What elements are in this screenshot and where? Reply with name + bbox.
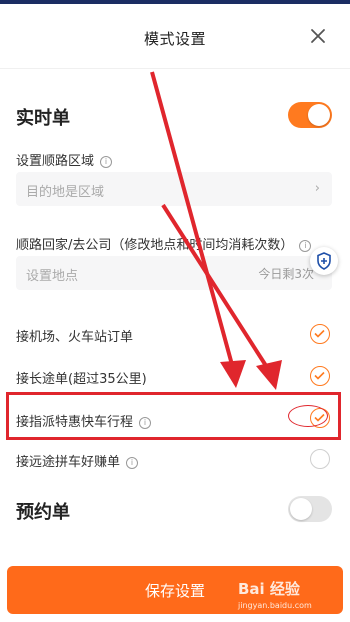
highlight-oval [288,405,328,427]
option-label: 接长途单(超过35公里) [16,372,147,387]
route-area-placeholder: 目的地是区域 [26,185,105,200]
home-route-remaining: 今日剩3次 [258,267,314,281]
annotation-arrows [150,71,282,390]
toggle-knob [308,104,330,126]
arrow-line-left [150,71,236,373]
reservation-title: 预约单 [16,502,70,523]
chevron-right-icon: › [314,181,320,196]
home-route-label: 顺路回家/去公司（修改地点和时间均消耗次数） i [16,234,312,253]
arrow-head-left [220,360,246,388]
realtime-title: 实时单 [16,108,70,129]
shield-plus-icon [317,252,331,270]
info-icon[interactable]: i [126,456,139,469]
watermark-url: jingyan.baidu.com [238,601,312,610]
close-icon[interactable] [308,26,328,46]
route-area-label-text: 设置顺路区域 [16,154,95,169]
option-carpool: 接远途拼车好赚单 i [16,451,139,470]
option-label: 接远途拼车好赚单 [16,455,121,470]
option-long-distance: 接长途单(超过35公里) [16,368,147,387]
option-airport-checkbox[interactable] [310,324,330,344]
modal-header: 模式设置 [0,4,350,69]
route-area-field[interactable]: 目的地是区域 › [16,172,332,206]
option-airport: 接机场、火车站订单 [16,326,133,345]
option-long-distance-checkbox[interactable] [310,366,330,386]
modal-title: 模式设置 [143,30,206,48]
realtime-toggle[interactable] [288,102,332,128]
baidu-watermark: Bai 经验 jingyan.baidu.com [238,578,348,618]
watermark-brand: Bai 经验 [238,580,300,598]
home-route-label-text: 顺路回家/去公司（修改地点和时间均消耗次数） [16,238,294,253]
reservation-toggle[interactable] [288,496,332,522]
route-area-label: 设置顺路区域 i [16,150,113,169]
add-location-button[interactable] [310,247,338,275]
home-route-placeholder: 设置地点 [26,269,79,284]
option-label: 接机场、火车站订单 [16,330,134,345]
home-route-field[interactable]: 设置地点 今日剩3次 [16,256,332,290]
toggle-knob [290,498,312,520]
arrow-head-right [256,360,282,390]
info-icon[interactable]: i [100,155,113,168]
option-carpool-checkbox[interactable] [310,449,330,469]
